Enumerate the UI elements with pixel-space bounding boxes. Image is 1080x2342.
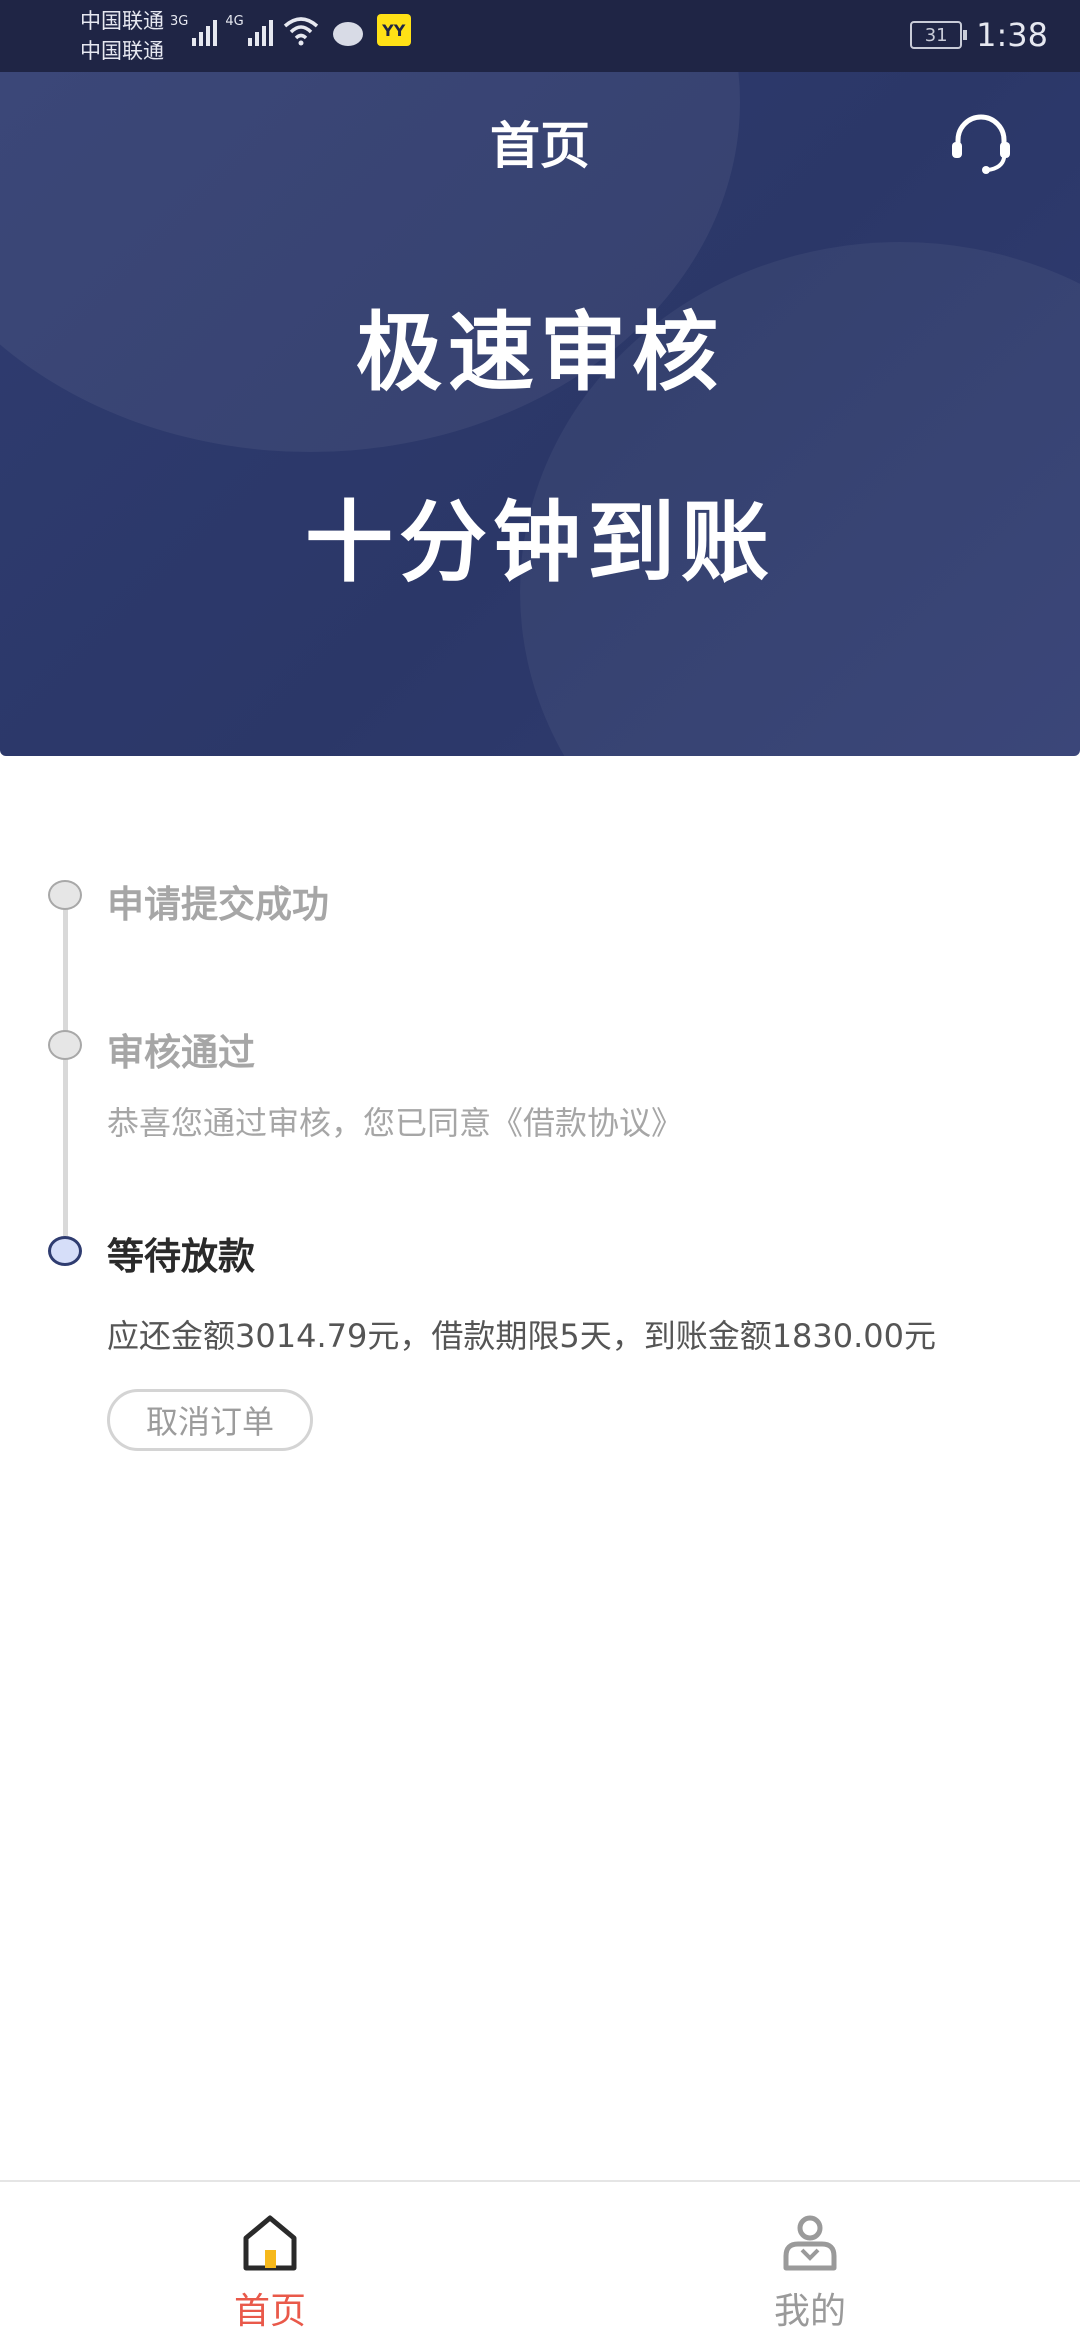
headset-icon[interactable] [946, 108, 1016, 178]
hero-slogan: 十分钟到账 [304, 491, 775, 594]
yy-app-icon: YY [376, 14, 411, 46]
clock: 1:38 [976, 16, 1048, 54]
battery-icon: 31 [910, 21, 968, 49]
signal-icon [192, 18, 218, 46]
tab-home[interactable]: 首页 [120, 2182, 420, 2342]
signal-icon [247, 18, 273, 46]
step-title: 等待放款 [107, 1235, 255, 1278]
carrier-name: 中国联通 [80, 9, 164, 33]
hero-slogan: 极速审核 [356, 303, 724, 403]
network-type: 4G [225, 14, 244, 29]
carrier-name: 中国联通 [80, 39, 164, 63]
bottom-tab-bar: 首页 我的 [0, 2180, 1080, 2342]
message-icon [332, 22, 363, 46]
timeline-dot-current [48, 1236, 82, 1266]
page-title: 首页 [490, 117, 590, 175]
user-icon [783, 2215, 837, 2271]
timeline-dot [48, 880, 82, 910]
timeline-line [63, 896, 68, 1236]
tab-label: 首页 [233, 2291, 306, 2332]
wifi-icon [283, 17, 318, 46]
cancel-order-button[interactable]: 取消订单 [107, 1389, 313, 1451]
status-right: 31 1:38 [910, 16, 1048, 54]
home-icon [243, 2215, 297, 2271]
network-type: 3G [170, 14, 189, 29]
step-title: 申请提交成功 [107, 883, 329, 926]
carrier-info: 中国联通 中国联通 [80, 6, 164, 66]
step-title: 审核通过 [107, 1031, 255, 1074]
timeline-dot [48, 1030, 82, 1060]
progress-timeline: 申请提交成功 审核通过 恭喜您通过审核，您已同意《借款协议》 等待放款 应还金额… [0, 756, 1080, 1556]
tab-label: 我的 [773, 2291, 846, 2332]
status-bar: 中国联通 中国联通 3G 4G YY 31 1:38 [0, 0, 1080, 72]
tab-mine[interactable]: 我的 [660, 2182, 960, 2342]
status-icons: 3G 4G YY [170, 14, 411, 46]
step-desc: 应还金额3014.79元，借款期限5天，到账金额1830.00元 [107, 1317, 937, 1355]
step-desc: 恭喜您通过审核，您已同意《借款协议》 [107, 1104, 684, 1142]
hero-banner: 首页 极速审核 十分钟到账 [0, 72, 1080, 756]
